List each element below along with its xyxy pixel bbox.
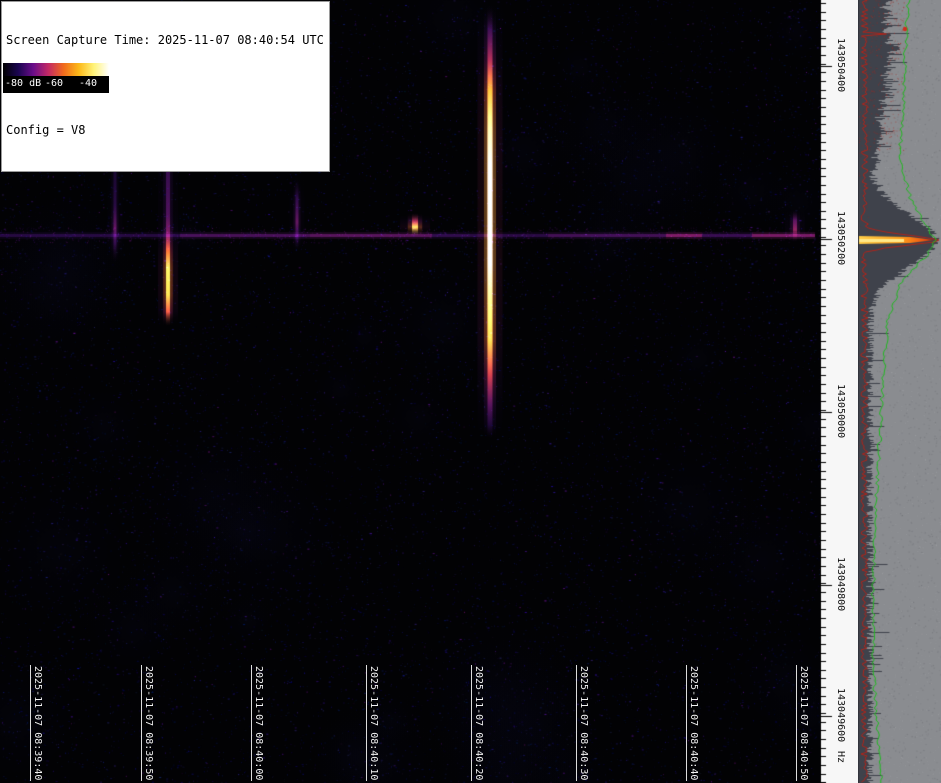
colorbar-label-max: -40 — [79, 78, 97, 89]
spectrum-amplitude-panel — [858, 0, 941, 783]
config-text: Config = V8 — [6, 123, 324, 138]
time-axis-label: 2025-11-07 08:40:10 — [366, 665, 379, 781]
time-axis-label: 2025-11-07 08:40:00 — [251, 665, 264, 781]
time-axis-label: 2025-11-07 08:40:30 — [576, 665, 589, 781]
time-axis-label: 2025-11-07 08:40:20 — [471, 665, 484, 781]
time-axis-label: 2025-11-07 08:40:50 — [796, 665, 809, 781]
colorbar-gradient — [3, 63, 109, 76]
time-axis-label: 2025-11-07 08:39:50 — [141, 665, 154, 781]
frequency-axis-label: 143049600 — [835, 688, 846, 742]
colorbar-labels: -80 dB -60 -40 — [3, 76, 109, 93]
time-axis-label: 2025-11-07 08:39:40 — [30, 665, 43, 781]
capture-time-text: Screen Capture Time: 2025-11-07 08:40:54… — [6, 33, 324, 48]
amplitude-colorbar: -80 dB -60 -40 — [2, 62, 110, 94]
time-axis-label: 2025-11-07 08:40:40 — [686, 665, 699, 781]
spectrum-lab-screen: 2025-11-07 08:39:40 2025-11-07 08:39:50 20… — [0, 0, 941, 783]
colorbar-label-min: -80 dB — [5, 78, 41, 89]
frequency-axis-label: 143050000 — [835, 384, 846, 438]
frequency-axis-label: 143050400 — [835, 38, 846, 92]
frequency-axis-label: 143049800 — [835, 557, 846, 611]
frequency-unit-label: Hz — [835, 751, 846, 763]
frequency-axis-label: 143050200 — [835, 211, 846, 265]
colorbar-label-mid: -60 — [45, 78, 63, 89]
frequency-axis: 143050400 143050200 143050000 143049800 1430… — [820, 0, 858, 783]
